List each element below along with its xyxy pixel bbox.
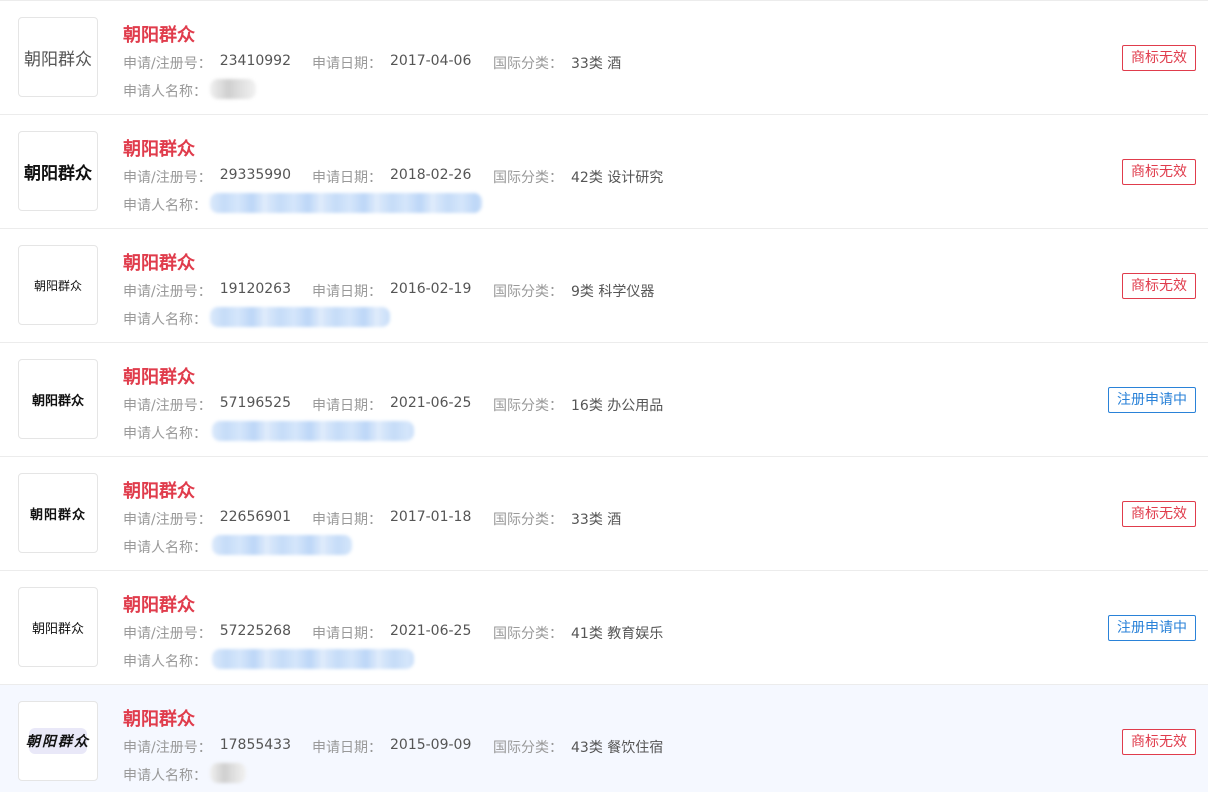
applicant-name-redacted (210, 307, 390, 327)
applicant-label: 申请人名称： (123, 312, 207, 328)
apply-date-value: 2016-02-19 (390, 281, 472, 297)
reg-no-label: 申请/注册号： (123, 740, 212, 756)
trademark-name-link[interactable]: 朝阳群众 (123, 705, 195, 731)
intl-class-label: 国际分类： (493, 170, 563, 186)
status-badge: 商标无效 (1122, 501, 1196, 527)
reg-no-label: 申请/注册号： (123, 56, 212, 72)
trademark-list: 朝阳群众 朝阳群众 申请/注册号： 23410992 申请日期： 2017-04-0… (0, 0, 1208, 792)
reg-no-value: 22656901 (219, 509, 291, 525)
logo-text: 朝阳群众 (29, 507, 86, 523)
apply-date-value: 2017-04-06 (390, 53, 472, 69)
apply-date-value: 2021-06-25 (390, 395, 472, 411)
applicant-label: 申请人名称： (123, 540, 207, 556)
trademark-row[interactable]: 朝阳群众 朝阳群众 申请/注册号： 22656901 申请日期： 2017-01-1… (0, 457, 1208, 571)
applicant-label: 申请人名称： (123, 654, 207, 670)
trademark-name-link[interactable]: 朝阳群众 (123, 249, 195, 275)
trademark-name-link[interactable]: 朝阳群众 (123, 363, 195, 389)
trademark-info-line: 申请/注册号： 57196525 申请日期： 2021-06-25 国际分类： 16类… (123, 395, 663, 415)
trademark-name-link[interactable]: 朝阳群众 (123, 591, 195, 617)
logo-text: 朝阳群众 (31, 393, 84, 409)
trademark-row[interactable]: 朝阳群众 朝阳群众 申请/注册号： 29335990 申请日期： 2018-02-2… (0, 115, 1208, 229)
intl-class-value: 41类 教育娱乐 (571, 626, 664, 642)
intl-class-label: 国际分类： (493, 284, 563, 300)
trademark-row[interactable]: 朝阳群众 朝阳群众 申请/注册号： 17855433 申请日期： 2015-09-0… (0, 685, 1208, 792)
trademark-info-line: 申请/注册号： 23410992 申请日期： 2017-04-06 国际分类： 33类… (123, 53, 621, 73)
logo-text: 朝阳群众 (26, 734, 90, 750)
trademark-logo[interactable]: 朝阳群众 (18, 701, 98, 781)
apply-date-value: 2021-06-25 (390, 623, 472, 639)
status-badge: 商标无效 (1122, 45, 1196, 71)
reg-no-value: 57196525 (219, 395, 291, 411)
intl-class-value: 42类 设计研究 (571, 170, 664, 186)
reg-no-label: 申请/注册号： (123, 170, 212, 186)
trademark-row[interactable]: 朝阳群众 朝阳群众 申请/注册号： 57225268 申请日期： 2021-06-2… (0, 571, 1208, 685)
apply-date-value: 2018-02-26 (390, 167, 472, 183)
applicant-name-redacted (212, 421, 414, 441)
apply-date-label: 申请日期： (312, 170, 382, 186)
apply-date-label: 申请日期： (312, 398, 382, 414)
intl-class-label: 国际分类： (493, 740, 563, 756)
trademark-name-link[interactable]: 朝阳群众 (123, 21, 195, 47)
logo-text: 朝阳群众 (33, 278, 82, 293)
trademark-logo[interactable]: 朝阳群众 (18, 17, 98, 97)
trademark-name-link[interactable]: 朝阳群众 (123, 135, 195, 161)
status-badge: 注册申请中 (1108, 387, 1196, 413)
apply-date-label: 申请日期： (312, 56, 382, 72)
reg-no-value: 23410992 (219, 53, 291, 69)
reg-no-label: 申请/注册号： (123, 398, 212, 414)
apply-date-value: 2015-09-09 (390, 737, 472, 753)
intl-class-value: 43类 餐饮住宿 (571, 740, 664, 756)
apply-date-label: 申请日期： (312, 626, 382, 642)
trademark-logo[interactable]: 朝阳群众 (18, 245, 98, 325)
applicant-name-redacted (212, 535, 352, 555)
trademark-row[interactable]: 朝阳群众 朝阳群众 申请/注册号： 19120263 申请日期： 2016-02-1… (0, 229, 1208, 343)
intl-class-value: 9类 科学仪器 (571, 284, 655, 300)
reg-no-value: 19120263 (219, 281, 291, 297)
trademark-logo[interactable]: 朝阳群众 (18, 587, 98, 667)
status-badge: 注册申请中 (1108, 615, 1196, 641)
intl-class-value: 16类 办公用品 (571, 398, 664, 414)
intl-class-label: 国际分类： (493, 512, 563, 528)
applicant-label: 申请人名称： (123, 198, 207, 214)
status-badge: 商标无效 (1122, 273, 1196, 299)
apply-date-label: 申请日期： (312, 512, 382, 528)
intl-class-label: 国际分类： (493, 398, 563, 414)
applicant-label: 申请人名称： (123, 768, 207, 784)
apply-date-label: 申请日期： (312, 740, 382, 756)
trademark-logo[interactable]: 朝阳群众 (18, 473, 98, 553)
reg-no-value: 17855433 (219, 737, 291, 753)
trademark-logo[interactable]: 朝阳群众 (18, 131, 98, 211)
reg-no-label: 申请/注册号： (123, 512, 212, 528)
trademark-logo[interactable]: 朝阳群众 (18, 359, 98, 439)
intl-class-label: 国际分类： (493, 56, 563, 72)
apply-date-label: 申请日期： (312, 284, 382, 300)
status-badge: 商标无效 (1122, 159, 1196, 185)
trademark-name-link[interactable]: 朝阳群众 (123, 477, 195, 503)
apply-date-value: 2017-01-18 (390, 509, 472, 525)
logo-text: 朝阳群众 (31, 621, 84, 637)
reg-no-value: 57225268 (219, 623, 291, 639)
trademark-info-line: 申请/注册号： 19120263 申请日期： 2016-02-19 国际分类： 9类 … (123, 281, 654, 301)
status-badge: 商标无效 (1122, 729, 1196, 755)
trademark-row[interactable]: 朝阳群众 朝阳群众 申请/注册号： 57196525 申请日期： 2021-06-2… (0, 343, 1208, 457)
applicant-name-redacted (212, 649, 414, 669)
applicant-label: 申请人名称： (123, 84, 207, 100)
trademark-info-line: 申请/注册号： 17855433 申请日期： 2015-09-09 国际分类： 43类… (123, 737, 663, 757)
intl-class-value: 33类 酒 (571, 512, 622, 528)
trademark-info-line: 申请/注册号： 29335990 申请日期： 2018-02-26 国际分类： 42类… (123, 167, 663, 187)
intl-class-value: 33类 酒 (571, 56, 622, 72)
trademark-info-line: 申请/注册号： 22656901 申请日期： 2017-01-18 国际分类： 33类… (123, 509, 621, 529)
logo-text: 朝阳群众 (24, 163, 92, 184)
applicant-name-redacted (210, 193, 482, 213)
reg-no-value: 29335990 (219, 167, 291, 183)
applicant-label: 申请人名称： (123, 426, 207, 442)
reg-no-label: 申请/注册号： (123, 626, 212, 642)
applicant-name-redacted (210, 763, 246, 783)
applicant-name-redacted (210, 79, 256, 99)
intl-class-label: 国际分类： (493, 626, 563, 642)
trademark-row[interactable]: 朝阳群众 朝阳群众 申请/注册号： 23410992 申请日期： 2017-04-0… (0, 1, 1208, 115)
logo-text: 朝阳群众 (24, 49, 92, 70)
reg-no-label: 申请/注册号： (123, 284, 212, 300)
trademark-info-line: 申请/注册号： 57225268 申请日期： 2021-06-25 国际分类： 41类… (123, 623, 663, 643)
